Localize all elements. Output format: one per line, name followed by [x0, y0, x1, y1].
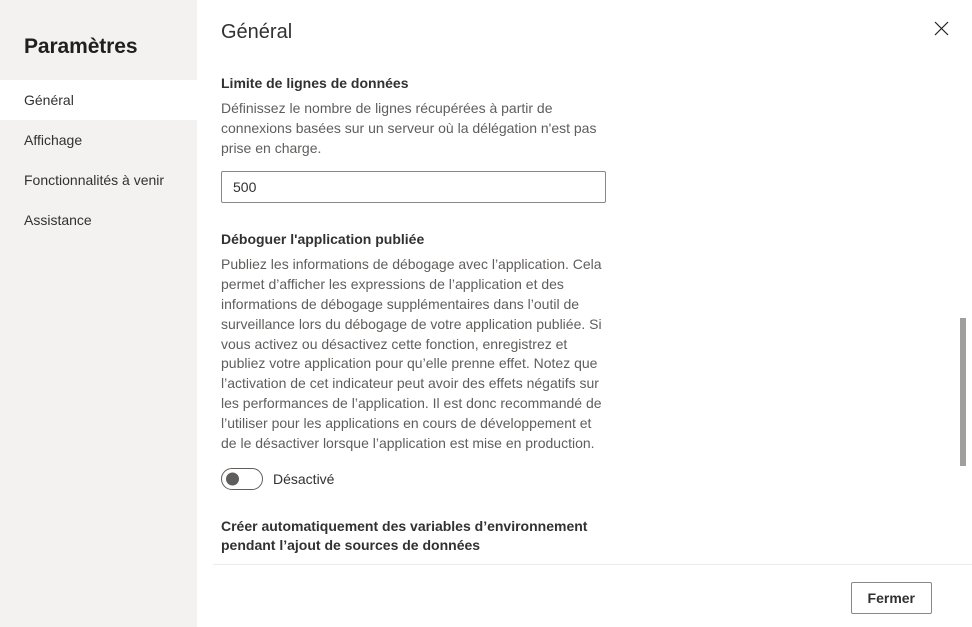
section-heading: Limite de lignes de données [221, 75, 409, 91]
content-scrollbar-thumb[interactable] [960, 318, 966, 466]
section-auto-environment-variables: Créer automatiquement des variables d’en… [221, 490, 606, 565]
debug-toggle-label: Désactivé [273, 470, 335, 487]
section-description: Définissez le nombre de lignes récupérée… [221, 100, 597, 156]
settings-main-panel: Général Limite de lignes de données Défi… [197, 0, 972, 627]
panel-footer: Fermer [213, 564, 972, 627]
sidebar-item-label: Affichage [24, 132, 83, 148]
debug-published-app-toggle[interactable] [221, 468, 263, 491]
section-row-limit: Limite de lignes de données Définissez l… [221, 60, 606, 204]
sidebar-item-affichage[interactable]: Affichage [0, 120, 197, 160]
toggle-knob [226, 472, 239, 486]
section-heading: Déboguer l'application publiée [221, 231, 425, 248]
close-button[interactable] [923, 10, 959, 46]
sidebar-item-assistance[interactable]: Assistance [0, 200, 197, 240]
section-debug-published-app: Déboguer l'application publiée Publiez l… [221, 203, 606, 491]
settings-dialog: Paramètres Général Affichage Fonctionnal… [0, 0, 972, 627]
sidebar-item-label: Fonctionnalités à venir [24, 172, 165, 188]
row-limit-input[interactable] [221, 171, 606, 204]
close-icon [934, 21, 949, 36]
section-description: Publiez les informations de débogage ave… [221, 256, 602, 451]
sidebar-nav: Général Affichage Fonctionnalités à veni… [0, 80, 197, 240]
sidebar-item-label: Général [24, 92, 74, 108]
section-heading: Créer automatiquement des variables d’en… [221, 518, 588, 554]
sidebar-title: Paramètres [24, 35, 138, 58]
settings-sidebar: Paramètres Général Affichage Fonctionnal… [0, 0, 197, 627]
debug-toggle-row: Désactivé [221, 468, 606, 491]
sidebar-item-general[interactable]: Général [0, 80, 197, 120]
page-title: Général [221, 21, 293, 43]
content-scrollbar-track[interactable] [960, 60, 966, 565]
sidebar-item-fonctionnalites-a-venir[interactable]: Fonctionnalités à venir [0, 160, 197, 200]
panel-header: Général [197, 0, 972, 60]
settings-content-scroll: Limite de lignes de données Définissez l… [197, 60, 972, 565]
sidebar-item-label: Assistance [24, 212, 92, 228]
fermer-button[interactable]: Fermer [850, 582, 932, 614]
